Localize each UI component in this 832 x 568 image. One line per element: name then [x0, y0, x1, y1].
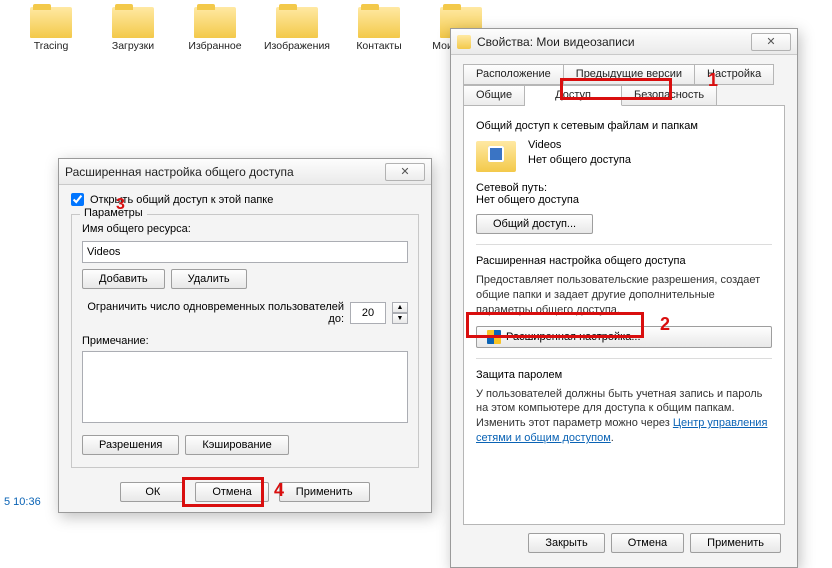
folder-icon: [457, 35, 471, 49]
tabs-row-2: Общие Доступ Безопасность: [463, 84, 785, 105]
close-icon[interactable]: ✕: [751, 33, 791, 51]
note-label: Примечание:: [82, 335, 408, 347]
spin-down-icon[interactable]: ▼: [392, 313, 408, 324]
section-password-title: Защита паролем: [476, 369, 772, 381]
cancel-button[interactable]: Отмена: [611, 533, 684, 553]
folder-icon: [358, 4, 400, 38]
tabpanel-sharing: Общий доступ к сетевым файлам и папкам V…: [463, 105, 785, 525]
close-button[interactable]: Закрыть: [528, 533, 604, 553]
explorer-item[interactable]: Загрузки: [102, 2, 164, 52]
titlebar[interactable]: Свойства: Мои видеозаписи ✕: [451, 29, 797, 55]
explorer-item[interactable]: Контакты: [348, 2, 410, 52]
limit-users-input[interactable]: [350, 302, 386, 324]
folder-icon: [276, 4, 318, 38]
groupbox-legend: Параметры: [80, 207, 147, 219]
folder-icon: [30, 4, 72, 38]
advanced-sharing-dialog: Расширенная настройка общего доступа ✕ О…: [58, 158, 432, 513]
cancel-button[interactable]: Отмена: [195, 482, 268, 502]
caching-button[interactable]: Кэширование: [185, 435, 288, 455]
sharename-input[interactable]: [82, 241, 408, 263]
share-name: Videos: [528, 138, 772, 153]
share-folder-checkbox-label: Открыть общий доступ к этой папке: [90, 194, 273, 206]
share-status: Нет общего доступа: [528, 153, 772, 168]
period: .: [611, 432, 614, 444]
tab-prev-versions[interactable]: Предыдущие версии: [564, 64, 695, 85]
window-title: Расширенная настройка общего доступа: [65, 165, 385, 179]
properties-window: Свойства: Мои видеозаписи ✕ Расположение…: [450, 28, 798, 568]
window-title: Свойства: Мои видеозаписи: [477, 35, 751, 49]
section-network-title: Общий доступ к сетевым файлам и папкам: [476, 120, 772, 132]
spin-up-icon[interactable]: ▲: [392, 302, 408, 313]
timestamp: 5 10:36: [4, 496, 41, 508]
permissions-button[interactable]: Разрешения: [82, 435, 179, 455]
close-icon[interactable]: ✕: [385, 163, 425, 181]
parameters-groupbox: Параметры Имя общего ресурса: Добавить У…: [71, 214, 419, 468]
explorer-item[interactable]: Tracing: [20, 2, 82, 52]
folder-icon: [194, 4, 236, 38]
explorer-item-label: Tracing: [34, 40, 69, 52]
divider: [476, 244, 772, 245]
advanced-sharing-button-label: Расширенная настройка...: [506, 331, 641, 343]
limit-users-spinner[interactable]: ▲ ▼: [392, 302, 408, 324]
delete-button[interactable]: Удалить: [171, 269, 247, 289]
tab-customize[interactable]: Настройка: [695, 64, 774, 85]
folder-thumb-icon: [476, 138, 516, 172]
explorer-item[interactable]: Изображения: [266, 2, 328, 52]
folder-icon: [112, 4, 154, 38]
advanced-desc: Предоставляет пользовательские разрешени…: [476, 273, 772, 318]
add-button[interactable]: Добавить: [82, 269, 165, 289]
dialog-button-row: ОК Отмена Применить: [71, 482, 419, 502]
explorer-item-label: Контакты: [356, 40, 401, 52]
share-folder-checkbox-row[interactable]: Открыть общий доступ к этой папке: [71, 193, 419, 206]
apply-button[interactable]: Применить: [279, 482, 370, 502]
share-button[interactable]: Общий доступ...: [476, 214, 593, 234]
share-folder-checkbox[interactable]: [71, 193, 84, 206]
note-textarea[interactable]: [82, 351, 408, 423]
tabs-row-1: Расположение Предыдущие версии Настройка: [463, 63, 785, 84]
tab-security[interactable]: Безопасность: [622, 85, 717, 106]
limit-label: Ограничить число одновременных пользоват…: [82, 301, 344, 325]
section-advanced-title: Расширенная настройка общего доступа: [476, 255, 772, 267]
dialog-button-row: Закрыть Отмена Применить: [463, 525, 785, 557]
advanced-sharing-button[interactable]: Расширенная настройка...: [476, 326, 772, 348]
divider: [476, 358, 772, 359]
password-desc: У пользователей должны быть учетная запи…: [476, 387, 772, 446]
tab-sharing[interactable]: Доступ: [525, 85, 622, 106]
apply-button[interactable]: Применить: [690, 533, 781, 553]
netpath-value: Нет общего доступа: [476, 194, 772, 206]
explorer-item-label: Изображения: [264, 40, 330, 52]
sharename-label: Имя общего ресурса:: [82, 223, 408, 235]
ok-button[interactable]: ОК: [120, 482, 185, 502]
explorer-item-label: Избранное: [188, 40, 241, 52]
explorer-item-label: Загрузки: [112, 40, 154, 52]
shield-icon: [487, 330, 501, 344]
tab-general[interactable]: Общие: [463, 85, 525, 106]
tab-location[interactable]: Расположение: [463, 64, 564, 85]
explorer-item[interactable]: Избранное: [184, 2, 246, 52]
netpath-label: Сетевой путь:: [476, 182, 772, 194]
titlebar[interactable]: Расширенная настройка общего доступа ✕: [59, 159, 431, 185]
